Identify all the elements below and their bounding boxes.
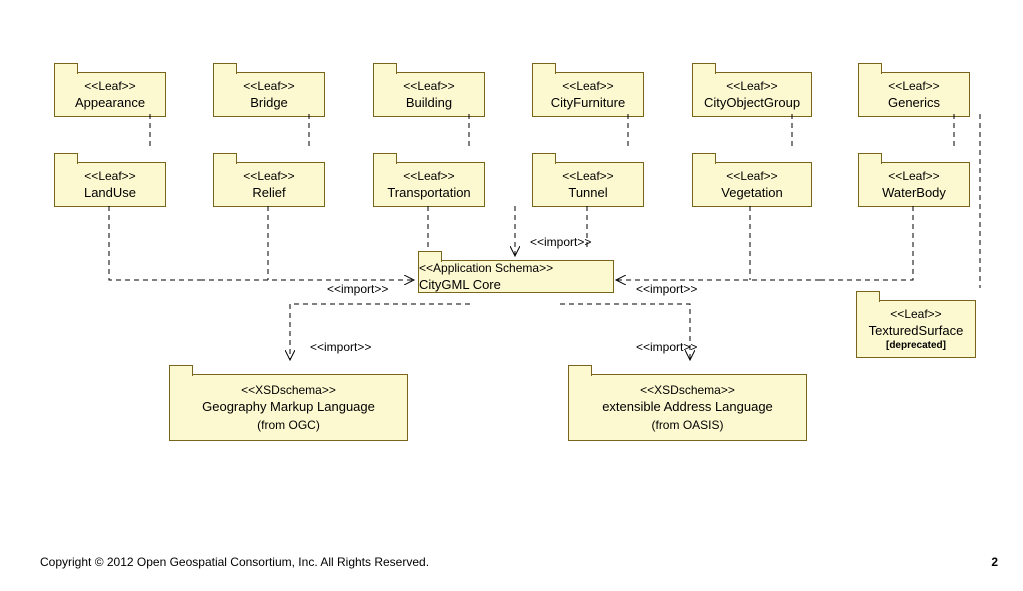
pkg-name: LandUse — [63, 185, 157, 200]
pkg-name: CityObjectGroup — [701, 95, 803, 110]
pkg-generics: <<Leaf>> Generics — [858, 72, 970, 117]
import-label: <<import>> — [327, 282, 388, 296]
pkg-name: Vegetation — [701, 185, 803, 200]
stereotype: <<Leaf>> — [63, 169, 157, 183]
pkg-name: WaterBody — [867, 185, 961, 200]
pkg-transportation: <<Leaf>> Transportation — [373, 162, 485, 207]
footer-page-number: 2 — [991, 555, 998, 569]
footer-copyright: Copyright © 2012 Open Geospatial Consort… — [40, 555, 429, 569]
pkg-relief: <<Leaf>> Relief — [213, 162, 325, 207]
import-label: <<import>> — [310, 340, 371, 354]
pkg-name: Building — [382, 95, 476, 110]
pkg-waterbody: <<Leaf>> WaterBody — [858, 162, 970, 207]
stereotype: <<Leaf>> — [63, 79, 157, 93]
pkg-building: <<Leaf>> Building — [373, 72, 485, 117]
pkg-bridge: <<Leaf>> Bridge — [213, 72, 325, 117]
pkg-note: [deprecated] — [865, 340, 967, 351]
pkg-name: CityFurniture — [541, 95, 635, 110]
pkg-xal: <<XSDschema>> extensible Address Language… — [568, 374, 807, 441]
stereotype: <<Leaf>> — [541, 169, 635, 183]
stereotype: <<Leaf>> — [865, 307, 967, 321]
stereotype: <<Leaf>> — [867, 169, 961, 183]
pkg-name: Bridge — [222, 95, 316, 110]
pkg-texturedsurface: <<Leaf>> TexturedSurface [deprecated] — [856, 300, 976, 358]
pkg-tunnel: <<Leaf>> Tunnel — [532, 162, 644, 207]
pkg-name: Appearance — [63, 95, 157, 110]
pkg-gml: <<XSDschema>> Geography Markup Language (f… — [169, 374, 408, 441]
diagram-canvas: <<Leaf>> Appearance <<Leaf>> Bridge <<Leaf… — [0, 0, 1023, 591]
stereotype: <<Leaf>> — [541, 79, 635, 93]
stereotype: <<Leaf>> — [382, 79, 476, 93]
pkg-name: CityGML Core — [419, 277, 613, 292]
pkg-from: (from OGC) — [178, 418, 399, 432]
stereotype: <<XSDschema>> — [178, 383, 399, 397]
pkg-from: (from OASIS) — [577, 418, 798, 432]
pkg-appearance: <<Leaf>> Appearance — [54, 72, 166, 117]
pkg-name: TexturedSurface — [865, 323, 967, 338]
stereotype: <<Leaf>> — [701, 169, 803, 183]
import-label: <<import>> — [636, 282, 697, 296]
pkg-citygml-core: <<Application Schema>> CityGML Core — [418, 260, 614, 293]
import-label: <<import>> — [530, 235, 591, 249]
pkg-landuse: <<Leaf>> LandUse — [54, 162, 166, 207]
stereotype: <<Leaf>> — [867, 79, 961, 93]
pkg-cityfurniture: <<Leaf>> CityFurniture — [532, 72, 644, 117]
pkg-name: Relief — [222, 185, 316, 200]
stereotype: <<XSDschema>> — [577, 383, 798, 397]
pkg-name: Transportation — [382, 185, 476, 200]
stereotype: <<Leaf>> — [222, 79, 316, 93]
stereotype: <<Leaf>> — [701, 79, 803, 93]
stereotype: <<Leaf>> — [382, 169, 476, 183]
import-label: <<import>> — [636, 340, 697, 354]
pkg-name: Geography Markup Language — [178, 399, 399, 414]
pkg-cityobjectgroup: <<Leaf>> CityObjectGroup — [692, 72, 812, 117]
pkg-name: Tunnel — [541, 185, 635, 200]
pkg-vegetation: <<Leaf>> Vegetation — [692, 162, 812, 207]
stereotype: <<Leaf>> — [222, 169, 316, 183]
pkg-name: Generics — [867, 95, 961, 110]
pkg-name: extensible Address Language — [577, 399, 798, 414]
stereotype: <<Application Schema>> — [419, 261, 613, 275]
